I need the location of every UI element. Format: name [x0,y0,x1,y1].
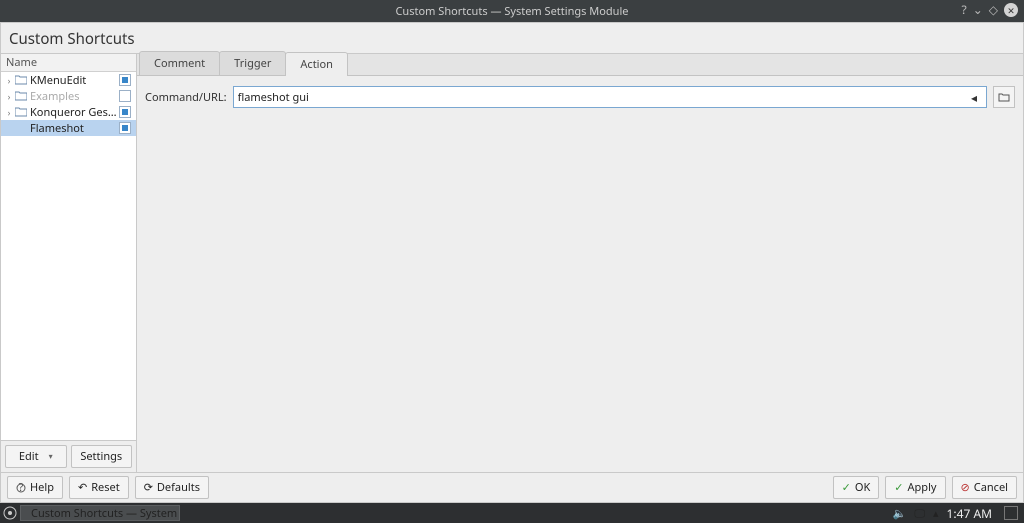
enable-checkbox[interactable] [119,122,131,134]
cancel-button-label: Cancel [974,480,1008,495]
content-area: CommentTriggerAction Command/URL: ◂ [137,53,1023,472]
help-button[interactable]: ? Help [7,476,63,499]
dialog-footer: ? Help ↶ Reset ⟳ Defaults ✓ OK ✓ Apply ⊘… [1,472,1023,502]
sidebar: Name › KMenuEdit › Examples › Konqueror Gestu… [1,53,137,472]
settings-button-label: Settings [80,449,122,464]
command-input[interactable] [238,90,966,105]
settings-button[interactable]: Settings [71,445,133,468]
main-body: Name › KMenuEdit › Examples › Konqueror Gestu… [1,53,1023,472]
defaults-button[interactable]: ⟳ Defaults [135,476,209,499]
tree-item-label: KMenuEdit [28,73,119,88]
ok-button-label: OK [855,480,870,495]
clock[interactable]: 1:47 AM [947,505,992,522]
clear-icon[interactable]: ◂ [966,89,982,106]
network-icon[interactable]: 🖵 [914,506,925,521]
ok-button[interactable]: ✓ OK [833,476,880,499]
tree-header[interactable]: Name [1,54,136,72]
window-body: Custom Shortcuts Name › KMenuEdit › Example… [0,22,1024,503]
volume-icon[interactable]: 🔈 [893,506,907,521]
folder-open-icon [998,91,1010,103]
enable-checkbox[interactable] [119,74,131,86]
edit-button[interactable]: Edit ▾ [5,445,67,468]
tray-chevron-icon[interactable]: ▴ [933,506,939,521]
folder-icon [14,91,28,101]
defaults-button-label: Defaults [157,480,200,495]
start-button[interactable] [0,503,20,523]
apply-button[interactable]: ✓ Apply [885,476,945,499]
enable-checkbox[interactable] [119,90,131,102]
undo-icon: ↶ [78,480,87,495]
show-desktop-button[interactable] [1004,506,1018,520]
minimize-icon[interactable]: ⌄ [973,4,983,16]
taskbar-task[interactable]: Custom Shortcuts — System Setti... [20,505,180,521]
tree-row-kmenuedit[interactable]: › KMenuEdit [1,72,136,88]
system-tray: 🔈 🖵 ▴ 1:47 AM [887,505,1024,522]
tree-row-konqueror-gestures[interactable]: › Konqueror Gestures [1,104,136,120]
cancel-icon: ⊘ [961,480,970,495]
tree-item-label: Konqueror Gestures [28,105,119,120]
tree-row-flameshot[interactable]: Flameshot [1,120,136,136]
tree-row-examples[interactable]: › Examples [1,88,136,104]
maximize-icon[interactable]: ◇ [989,4,998,16]
expand-icon[interactable]: › [4,74,14,87]
tree-item-label: Examples [28,89,119,104]
close-icon[interactable]: ✕ [1004,3,1018,17]
edit-button-label: Edit [19,449,39,464]
help-icon: ? [16,483,26,493]
taskbar-task-label: Custom Shortcuts — System Setti... [31,506,180,521]
expand-icon[interactable]: › [4,106,14,119]
tab-comment[interactable]: Comment [139,51,220,75]
taskbar: Custom Shortcuts — System Setti... 🔈 🖵 ▴… [0,503,1024,523]
sidebar-buttons: Edit ▾ Settings [1,440,136,472]
reset-button[interactable]: ↶ Reset [69,476,129,499]
page-title: Custom Shortcuts [1,23,1023,53]
refresh-icon: ⟳ [144,480,153,495]
chevron-down-icon: ▾ [49,451,53,462]
tab-bar: CommentTriggerAction [137,54,1023,76]
tree-item-label: Flameshot [28,121,119,136]
tab-trigger[interactable]: Trigger [219,51,286,75]
command-row: Command/URL: ◂ [145,86,1015,108]
folder-icon [14,75,28,85]
check-icon: ✓ [894,480,903,495]
enable-checkbox[interactable] [119,106,131,118]
start-menu-icon [3,506,17,520]
window-titlebar: Custom Shortcuts — System Settings Modul… [0,0,1024,22]
browse-button[interactable] [993,86,1015,108]
cancel-button[interactable]: ⊘ Cancel [952,476,1017,499]
folder-icon [14,107,28,117]
check-icon: ✓ [842,480,851,495]
tab-action[interactable]: Action [285,52,348,76]
apply-button-label: Apply [908,480,937,495]
command-label: Command/URL: [145,90,227,105]
help-icon[interactable]: ? [961,4,966,16]
reset-button-label: Reset [91,480,120,495]
command-input-wrap[interactable]: ◂ [233,86,987,108]
shortcut-tree[interactable]: › KMenuEdit › Examples › Konqueror GesturesFl… [1,72,136,440]
window-title: Custom Shortcuts — System Settings Modul… [395,4,628,19]
expand-icon[interactable]: › [4,90,14,103]
action-pane: Command/URL: ◂ [137,76,1023,472]
help-button-label: Help [30,480,54,495]
window-controls: ? ⌄ ◇ ✕ [961,3,1018,17]
svg-text:?: ? [19,483,24,493]
